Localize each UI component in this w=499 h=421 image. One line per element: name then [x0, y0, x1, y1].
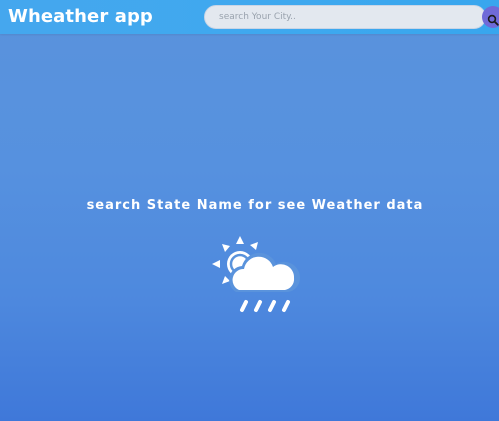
partly-cloudy-rain-icon — [208, 232, 304, 318]
search-input[interactable] — [204, 5, 486, 29]
empty-state-message: search State Name for see Weather data — [86, 198, 424, 213]
navbar: Wheather app — [0, 0, 499, 34]
search-button[interactable] — [482, 6, 499, 28]
search-bar — [204, 4, 486, 29]
search-icon — [487, 11, 499, 26]
app-title: Wheather app — [8, 6, 153, 27]
